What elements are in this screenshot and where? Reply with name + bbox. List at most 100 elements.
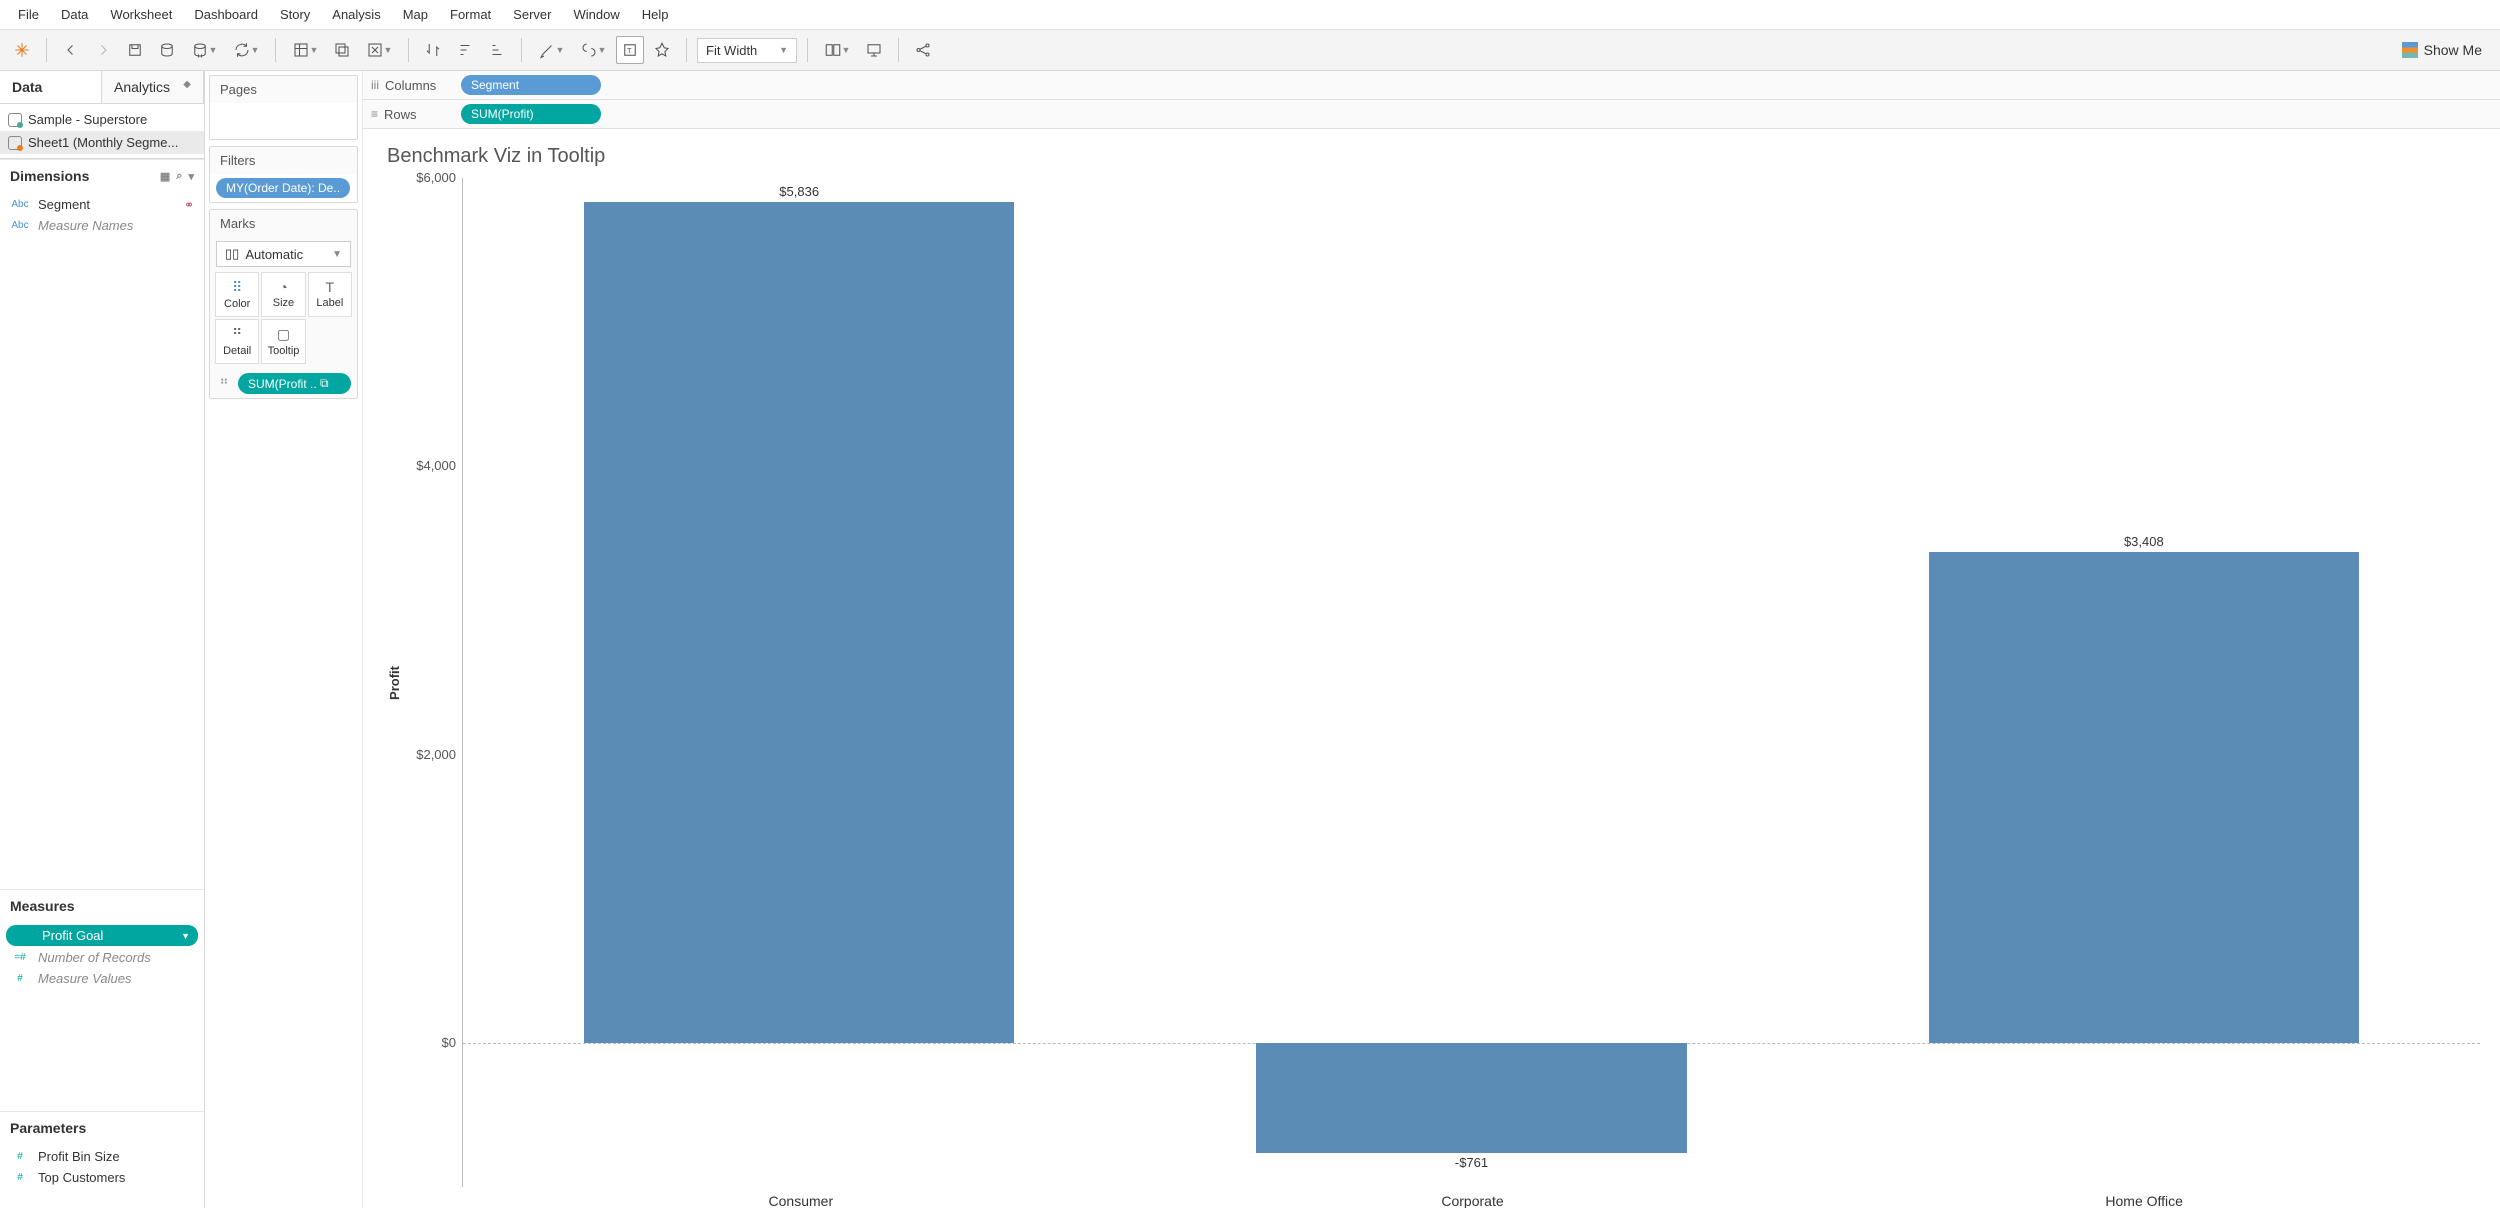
menu-bar: File Data Worksheet Dashboard Story Anal… <box>0 0 2500 30</box>
menu-window[interactable]: Window <box>563 4 629 25</box>
svg-text:T: T <box>627 46 632 55</box>
tableau-logo-icon[interactable] <box>8 36 36 64</box>
mark-detail-button[interactable]: ⠛Detail <box>215 319 259 364</box>
mark-color-button[interactable]: ⠿Color <box>215 272 259 317</box>
share-button[interactable] <box>909 36 937 64</box>
fit-dropdown[interactable]: Fit Width▼ <box>697 38 797 63</box>
datasource-sheet1[interactable]: Sheet1 (Monthly Segme... <box>0 131 204 154</box>
y-axis-label[interactable]: Profit <box>383 666 406 700</box>
save-button[interactable] <box>121 36 149 64</box>
mark-tooltip-button[interactable]: ▢Tooltip <box>261 319 305 364</box>
menu-map[interactable]: Map <box>393 4 438 25</box>
detail-drop-icon: ⠛ <box>216 377 232 391</box>
bar-slot: $3,408 <box>1808 178 2480 1187</box>
bar-slot: $5,836 <box>463 178 1135 1187</box>
datasource-icon <box>8 113 22 127</box>
menu-story[interactable]: Story <box>270 4 320 25</box>
field-segment[interactable]: AbcSegment⚭ <box>0 194 204 215</box>
field-measure-names[interactable]: AbcMeasure Names <box>0 215 204 236</box>
rows-shelf[interactable]: ≡Rows SUM(Profit) <box>363 100 2500 129</box>
y-tick: $0 <box>442 1035 456 1050</box>
chevron-down-icon: ▼ <box>181 931 190 941</box>
filters-card[interactable]: Filters MY(Order Date): De.. <box>209 146 358 203</box>
y-axis-ticks: $6,000$4,000$2,000$0 <box>406 178 462 1187</box>
analytics-tab[interactable]: Analytics◆ <box>102 71 204 103</box>
detail-icon: ⠛ <box>218 326 256 343</box>
labels-button[interactable]: T <box>616 36 644 64</box>
bar-home-office[interactable] <box>1929 552 2359 1043</box>
field-profit-bin-size[interactable]: #Profit Bin Size <box>0 1146 204 1167</box>
highlight-button[interactable]: ▼ <box>532 36 570 64</box>
field-measure-values[interactable]: #Measure Values <box>0 968 204 989</box>
menu-server[interactable]: Server <box>503 4 561 25</box>
x-label: Corporate <box>1137 1187 1809 1208</box>
bar-icon: ▯▯ <box>225 246 239 262</box>
rows-icon: ≡ <box>371 107 378 121</box>
dimensions-header: Dimensions ▦⌕▾ <box>0 159 204 192</box>
bar-label: $3,408 <box>1808 534 2480 549</box>
show-me-button[interactable]: Show Me <box>2392 38 2492 62</box>
mark-pill-sum-profit[interactable]: SUM(Profit .. ⧉ <box>238 373 351 394</box>
bar-corporate[interactable] <box>1256 1043 1686 1153</box>
refresh-button[interactable]: ▼ <box>227 36 265 64</box>
viz-title[interactable]: Benchmark Viz in Tooltip <box>387 145 2480 168</box>
y-tick: $6,000 <box>416 170 456 185</box>
duplicate-button[interactable] <box>328 36 356 64</box>
parameters-header: Parameters <box>0 1111 204 1144</box>
measures-header: Measures <box>0 889 204 922</box>
menu-icon[interactable]: ▾ <box>188 170 194 183</box>
pin-button[interactable] <box>648 36 676 64</box>
x-label: Home Office <box>1808 1187 2480 1208</box>
chart: Profit $6,000$4,000$2,000$0 $5,836-$761$… <box>383 178 2480 1187</box>
bar-slot: -$761 <box>1135 178 1807 1187</box>
size-icon: ◔ <box>264 279 302 295</box>
plot-area[interactable]: $5,836-$761$3,408 <box>462 178 2480 1187</box>
menu-worksheet[interactable]: Worksheet <box>100 4 182 25</box>
viz-area: Benchmark Viz in Tooltip Profit $6,000$4… <box>363 129 2500 1208</box>
data-tab[interactable]: Data <box>0 71 102 103</box>
swap-button[interactable] <box>419 36 447 64</box>
redo-button[interactable] <box>89 36 117 64</box>
link-icon: ⚭ <box>184 198 194 212</box>
find-icon[interactable]: ⌕ <box>176 170 182 183</box>
view-data-icon[interactable]: ▦ <box>160 170 170 183</box>
field-profit-goal[interactable]: #Profit Goal▼ <box>6 925 198 946</box>
y-tick: $2,000 <box>416 747 456 762</box>
pages-card[interactable]: Pages <box>209 75 358 140</box>
sort-desc-button[interactable] <box>483 36 511 64</box>
menu-dashboard[interactable]: Dashboard <box>184 4 268 25</box>
new-datasource-button[interactable] <box>153 36 181 64</box>
datasource-sample-superstore[interactable]: Sample - Superstore <box>0 108 204 131</box>
bar-consumer[interactable] <box>584 202 1014 1043</box>
columns-shelf[interactable]: iiiColumns Segment <box>363 71 2500 100</box>
x-axis-labels: ConsumerCorporateHome Office <box>465 1187 2480 1208</box>
field-top-customers[interactable]: #Top Customers <box>0 1167 204 1188</box>
cards-column: Pages Filters MY(Order Date): De.. Marks… <box>205 71 363 1208</box>
show-me-icon <box>2402 42 2418 58</box>
viz-column: iiiColumns Segment ≡Rows SUM(Profit) Ben… <box>363 71 2500 1208</box>
menu-help[interactable]: Help <box>632 4 679 25</box>
mark-size-button[interactable]: ◔Size <box>261 272 305 317</box>
marks-card: Marks ▯▯Automatic▼ ⠿Color ◔Size TLabel ⠛… <box>209 209 358 399</box>
color-icon: ⠿ <box>218 279 256 296</box>
new-worksheet-button[interactable]: ▼ <box>286 36 324 64</box>
mark-label-button[interactable]: TLabel <box>308 272 352 317</box>
rows-pill-sum-profit[interactable]: SUM(Profit) <box>461 104 601 124</box>
field-number-of-records[interactable]: =#Number of Records <box>0 947 204 968</box>
menu-file[interactable]: File <box>8 4 49 25</box>
copy-icon: ⧉ <box>320 376 329 391</box>
undo-button[interactable] <box>57 36 85 64</box>
presentation-button[interactable] <box>860 36 888 64</box>
sort-asc-button[interactable] <box>451 36 479 64</box>
columns-pill-segment[interactable]: Segment <box>461 75 601 95</box>
clear-button[interactable]: ▼ <box>360 36 398 64</box>
pause-updates-button[interactable]: ▼ <box>185 36 223 64</box>
mark-type-dropdown[interactable]: ▯▯Automatic▼ <box>216 241 351 267</box>
x-label: Consumer <box>465 1187 1137 1208</box>
menu-format[interactable]: Format <box>440 4 501 25</box>
show-cards-button[interactable]: ▼ <box>818 36 856 64</box>
menu-analysis[interactable]: Analysis <box>322 4 390 25</box>
filter-pill-order-date[interactable]: MY(Order Date): De.. <box>216 178 350 198</box>
menu-data[interactable]: Data <box>51 4 98 25</box>
group-button[interactable]: ▼ <box>574 36 612 64</box>
